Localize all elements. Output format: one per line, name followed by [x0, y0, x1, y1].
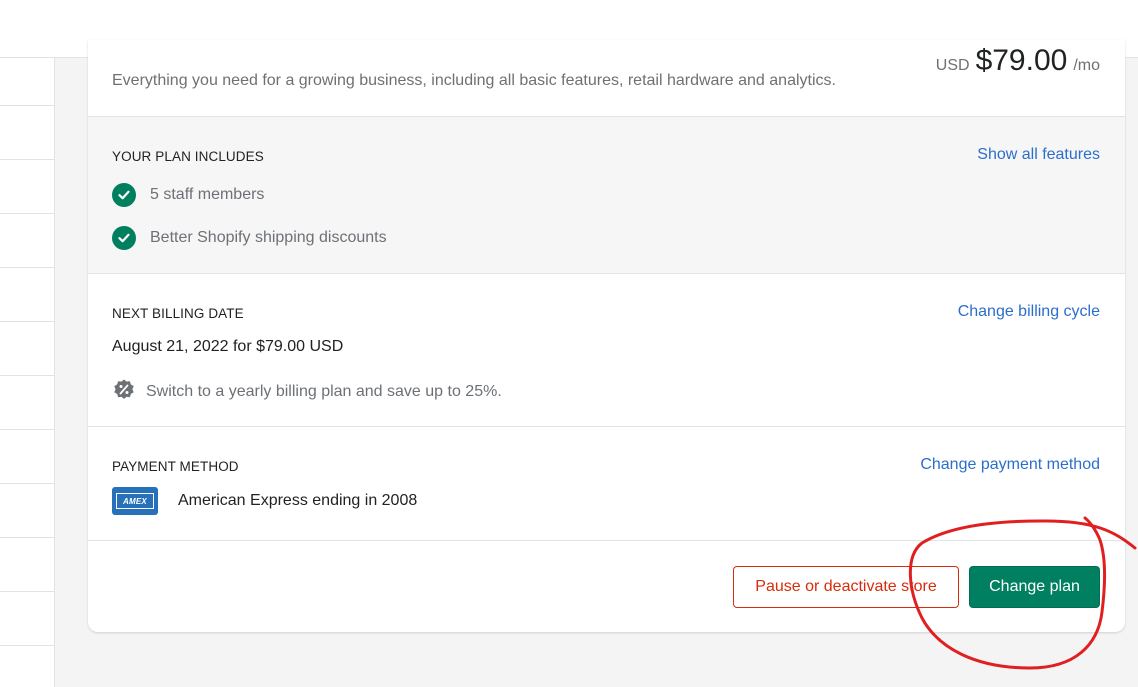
check-circle-icon — [112, 226, 136, 250]
sidebar-item[interactable] — [0, 322, 54, 376]
sidebar-item[interactable] — [0, 484, 54, 538]
sidebar-item[interactable] — [0, 538, 54, 592]
plan-card: Everything you need for a growing busine… — [88, 40, 1125, 632]
next-billing-title: NEXT BILLING DATE — [112, 306, 244, 321]
card-footer: Pause or deactivate store Change plan — [88, 541, 1125, 632]
plan-description: Everything you need for a growing busine… — [112, 72, 836, 89]
price-amount: $79.00 — [975, 44, 1068, 77]
sidebar-item[interactable] — [0, 214, 54, 268]
plan-price: USD $79.00 /mo — [936, 44, 1100, 78]
show-all-features-link[interactable]: Show all features — [977, 146, 1100, 164]
discount-badge-icon — [112, 377, 136, 406]
plan-includes-title: YOUR PLAN INCLUDES — [112, 149, 264, 164]
sidebar-item[interactable] — [0, 430, 54, 484]
change-plan-button[interactable]: Change plan — [969, 566, 1100, 608]
sidebar-item[interactable] — [0, 160, 54, 214]
sidebar-item[interactable] — [0, 592, 54, 646]
feature-item: 5 staff members — [112, 183, 264, 207]
plan-header: Everything you need for a growing busine… — [88, 40, 1125, 117]
change-billing-cycle-link[interactable]: Change billing cycle — [958, 303, 1100, 321]
payment-method-title: PAYMENT METHOD — [112, 459, 239, 474]
amex-card-icon: AMEX — [112, 487, 158, 515]
feature-label: Better Shopify shipping discounts — [150, 229, 387, 246]
yearly-tip-text: Switch to a yearly billing plan and save… — [146, 382, 502, 400]
sidebar-item[interactable] — [0, 376, 54, 430]
change-payment-method-link[interactable]: Change payment method — [920, 456, 1100, 474]
price-currency: USD — [935, 57, 970, 74]
pause-deactivate-button[interactable]: Pause or deactivate store — [733, 566, 959, 608]
sidebar-item[interactable] — [0, 106, 54, 160]
check-circle-icon — [112, 183, 136, 207]
sidebar-item[interactable] — [0, 58, 54, 106]
payment-card-label: American Express ending in 2008 — [178, 492, 418, 509]
payment-section: PAYMENT METHOD Change payment method AME… — [88, 427, 1125, 541]
sidebar-item[interactable] — [0, 268, 54, 322]
billing-section: NEXT BILLING DATE Change billing cycle A… — [88, 274, 1125, 427]
sidebar — [0, 58, 55, 687]
feature-item: Better Shopify shipping discounts — [112, 226, 387, 250]
yearly-tip: Switch to a yearly billing plan and save… — [112, 377, 502, 406]
price-unit: /mo — [1073, 57, 1100, 74]
billing-date: August 21, 2022 for $79.00 USD — [112, 338, 344, 355]
payment-card-row: AMEX American Express ending in 2008 — [112, 487, 417, 515]
plan-includes-section: YOUR PLAN INCLUDES Show all features 5 s… — [88, 117, 1125, 274]
feature-label: 5 staff members — [150, 186, 265, 203]
